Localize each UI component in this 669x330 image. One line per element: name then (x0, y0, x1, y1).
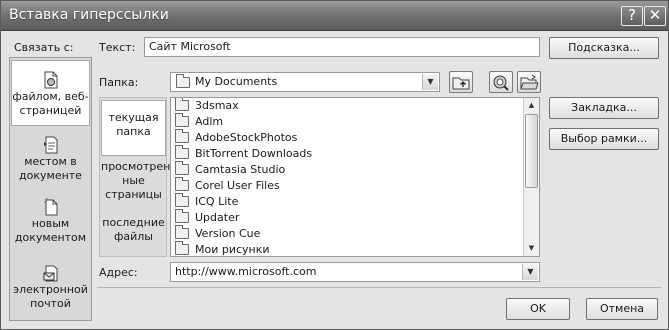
chevron-down-icon[interactable]: ▼ (522, 264, 538, 280)
folder-icon (175, 225, 189, 239)
email-icon (43, 265, 57, 282)
file-list[interactable]: 3dsmax Adlm AdobeStockPhotos BitTorrent … (170, 97, 540, 257)
scroll-down-icon[interactable]: ▼ (524, 241, 539, 256)
link-to-label: Связать с: (14, 41, 74, 54)
web-page-icon (44, 71, 57, 89)
bookmark-button[interactable]: Закладка... (549, 97, 659, 119)
list-item[interactable]: Мои рисунки (175, 241, 270, 256)
insert-hyperlink-dialog: Вставка гиперссылки ? ✕ Связать с: файло… (0, 0, 669, 330)
file-name: ICQ Lite (195, 195, 239, 208)
folder-combo[interactable]: My Documents ▼ (170, 72, 440, 92)
browsed-pages-label-3: страницы (105, 188, 162, 201)
link-to-bar: файлом, веб- страницей местом в документ… (9, 57, 92, 321)
file-name: Camtasia Studio (195, 163, 286, 176)
list-item[interactable]: 3dsmax (175, 98, 239, 114)
link-to-place-label-2: документе (19, 169, 82, 182)
chevron-down-icon[interactable]: ▼ (422, 74, 438, 90)
file-name: Updater (195, 211, 240, 224)
folder-icon (175, 177, 189, 191)
title-bar: Вставка гиперссылки ? ✕ (1, 1, 668, 31)
folder-icon (175, 193, 189, 207)
look-in-bar: текущая папка просмотрен- ные страницы п… (99, 97, 174, 257)
list-item[interactable]: BitTorrent Downloads (175, 145, 313, 162)
scrollbar-thumb[interactable] (525, 114, 538, 188)
folder-icon (175, 98, 189, 111)
recent-files-tab[interactable]: последние файлы (101, 216, 166, 248)
dialog-title: Вставка гиперссылки (9, 7, 169, 23)
open-folder-icon (520, 74, 539, 90)
browse-web-button[interactable] (489, 71, 513, 93)
list-item[interactable]: Adlm (175, 113, 224, 130)
browsed-pages-label: просмотрен- (101, 160, 175, 173)
browse-web-icon (493, 75, 509, 91)
link-to-place-label: местом в (24, 155, 77, 168)
folder-icon (175, 145, 189, 159)
link-to-email[interactable]: электронной почтой (11, 264, 90, 320)
ok-button[interactable]: OK (506, 298, 570, 320)
folder-icon (175, 161, 189, 175)
browsed-pages-label-2: ные (122, 174, 145, 187)
text-label: Текст: (99, 41, 136, 54)
recent-files-label: последние (102, 216, 165, 229)
file-name: Adlm (195, 115, 224, 128)
list-item[interactable]: ICQ Lite (175, 193, 239, 210)
address-value: http://www.microsoft.com (175, 265, 317, 278)
list-item[interactable]: Version Cue (175, 225, 261, 242)
list-item[interactable]: Updater (175, 209, 240, 226)
text-to-display-input[interactable]: Сайт Microsoft (144, 37, 540, 57)
file-name: Мои рисунки (195, 243, 270, 256)
current-folder-label-2: папка (116, 125, 151, 138)
close-button[interactable]: ✕ (644, 6, 666, 26)
browse-file-button[interactable] (517, 71, 541, 93)
folder-value: My Documents (195, 75, 278, 88)
list-item[interactable]: AdobeStockPhotos (175, 129, 298, 146)
link-to-new-document[interactable]: новым документом (11, 198, 90, 254)
folder-label: Папка: (99, 76, 139, 89)
file-name: AdobeStockPhotos (195, 131, 298, 144)
list-item[interactable]: Corel User Files (175, 177, 280, 194)
link-to-new-document-label: новым (31, 217, 70, 230)
folder-icon (175, 129, 189, 143)
address-label: Адрес: (99, 266, 138, 279)
target-frame-button[interactable]: Выбор рамки... (549, 128, 659, 150)
list-item[interactable]: Camtasia Studio (175, 161, 286, 178)
browsed-pages-tab[interactable]: просмотрен- ные страницы (101, 160, 174, 204)
folder-icon (176, 74, 190, 88)
link-to-email-label-2: почтой (30, 297, 71, 310)
link-to-web-page[interactable]: файлом, веб- страницей (11, 60, 90, 126)
pictures-folder-icon (175, 241, 189, 255)
screentip-button[interactable]: Подсказка... (549, 37, 659, 59)
link-to-email-label: электронной (13, 283, 88, 296)
folder-icon (175, 113, 189, 127)
current-folder-label: текущая (108, 111, 159, 124)
link-to-place-in-document[interactable]: местом в документе (11, 136, 90, 192)
up-one-folder-button[interactable] (449, 71, 473, 93)
file-name: Version Cue (195, 227, 261, 240)
link-to-new-document-label-2: документом (14, 231, 87, 244)
folder-up-icon (452, 77, 470, 90)
recent-files-label-2: файлы (113, 230, 153, 243)
file-name: Corel User Files (195, 179, 280, 192)
link-to-web-page-label: файлом, веб- (12, 90, 89, 103)
new-document-icon (43, 198, 57, 216)
file-name: 3dsmax (195, 99, 239, 112)
address-combo[interactable]: http://www.microsoft.com ▼ (170, 262, 540, 282)
place-in-document-icon (43, 136, 57, 154)
link-to-web-page-label-2: страницей (19, 104, 82, 117)
divider (97, 287, 661, 288)
file-name: BitTorrent Downloads (195, 147, 313, 160)
help-button[interactable]: ? (621, 6, 643, 26)
scroll-up-icon[interactable]: ▲ (524, 98, 539, 113)
file-list-scrollbar[interactable]: ▲ ▼ (523, 98, 539, 256)
current-folder-tab[interactable]: текущая папка (101, 100, 166, 156)
cancel-button[interactable]: Отмена (586, 298, 658, 320)
folder-icon (175, 209, 189, 223)
